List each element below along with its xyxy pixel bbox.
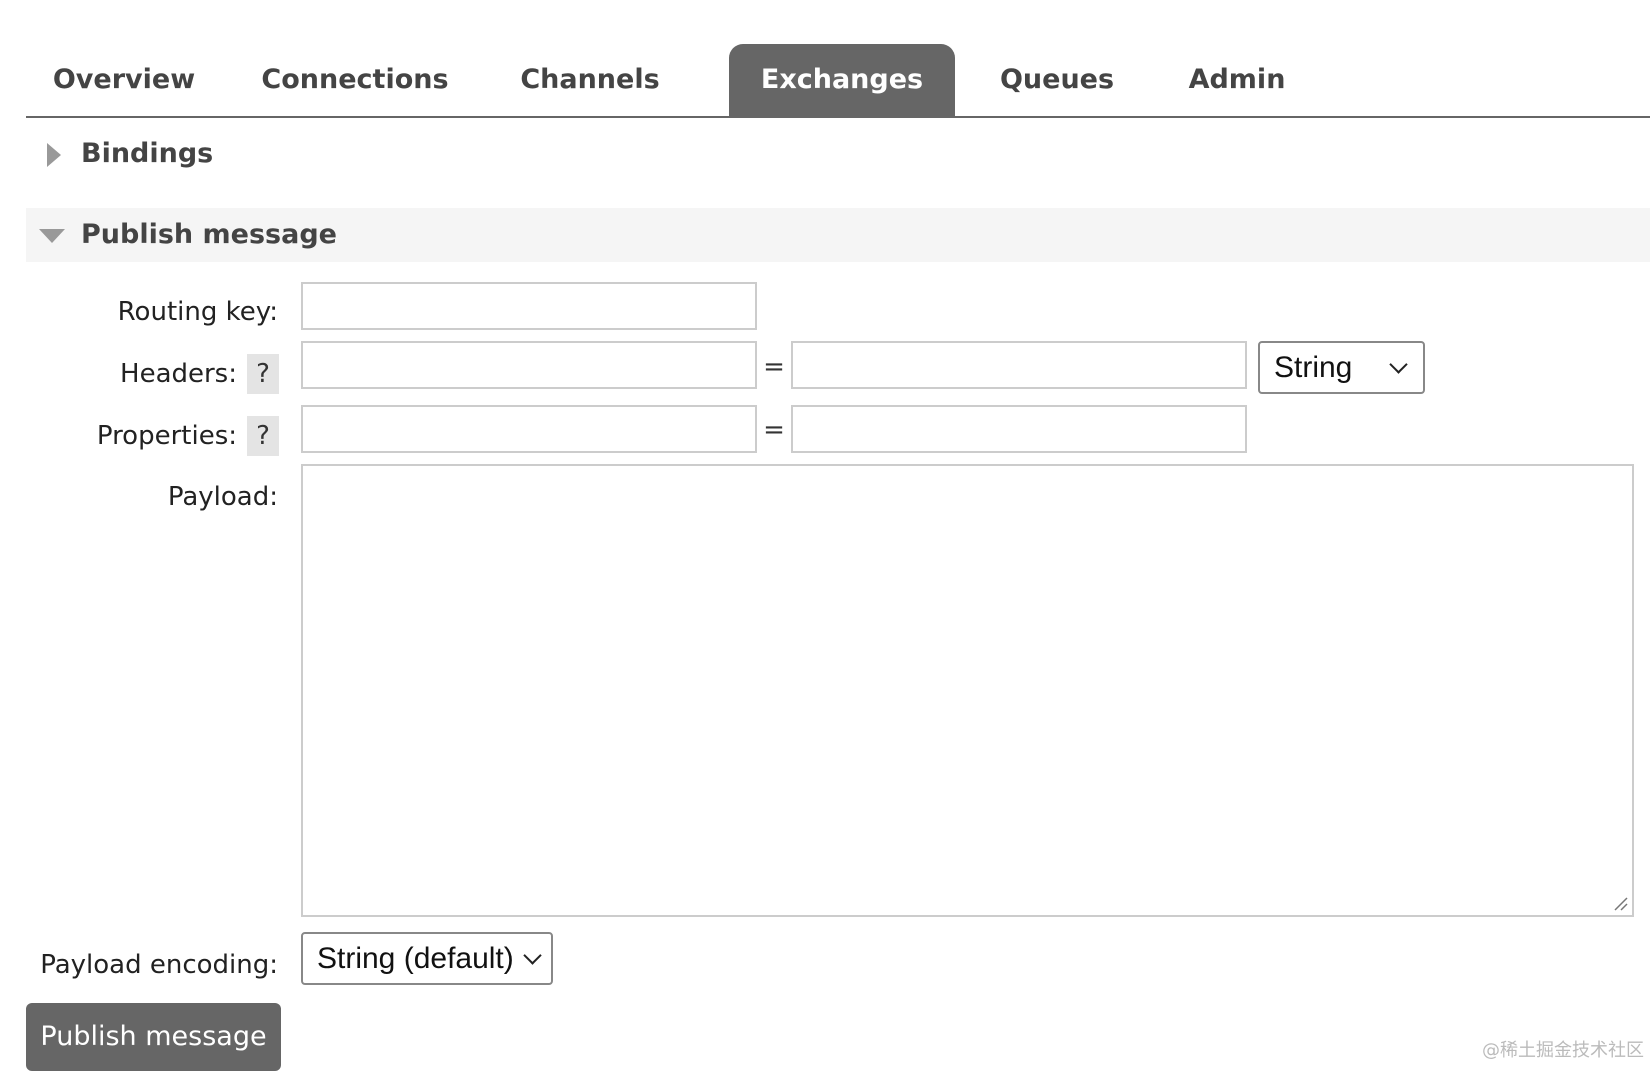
tab-exchanges[interactable]: Exchanges (729, 44, 955, 116)
resize-handle-icon[interactable] (1612, 895, 1628, 911)
publish-message-button[interactable]: Publish message (26, 1003, 281, 1071)
tab-overview[interactable]: Overview (34, 44, 214, 116)
bindings-title: Bindings (81, 138, 214, 169)
headers-help-button[interactable]: ? (247, 354, 279, 394)
properties-help-button[interactable]: ? (247, 416, 279, 456)
payload-wrapper (301, 464, 1634, 917)
property-equals-sign: = (763, 415, 785, 445)
header-equals-sign: = (763, 352, 785, 382)
bindings-section-toggle[interactable]: Bindings (26, 127, 1650, 181)
payload-encoding-select[interactable]: String (default) (301, 932, 553, 985)
payload-encoding-label: Payload encoding: (40, 950, 278, 980)
expand-arrow-icon (47, 143, 61, 167)
payload-label: Payload: (167, 482, 278, 512)
header-type-selected: String (1274, 350, 1353, 384)
tab-connections[interactable]: Connections (240, 44, 470, 116)
header-key-input[interactable] (301, 341, 757, 389)
publish-section-title: Publish message (81, 219, 337, 250)
payload-encoding-selected: String (default) (317, 941, 514, 975)
watermark: @稀土掘金技术社区 (1482, 1040, 1644, 1061)
header-type-select[interactable]: String (1258, 341, 1425, 394)
collapse-arrow-icon (39, 229, 65, 243)
property-key-input[interactable] (301, 405, 757, 453)
properties-label: Properties: (96, 421, 237, 451)
headers-label: Headers: (120, 359, 237, 389)
routing-key-input[interactable] (301, 282, 757, 330)
property-value-input[interactable] (791, 405, 1247, 453)
routing-key-label: Routing key: (117, 297, 278, 327)
payload-textarea[interactable] (301, 464, 1634, 917)
tab-admin[interactable]: Admin (1162, 44, 1312, 116)
tab-queues[interactable]: Queues (974, 44, 1140, 116)
header-value-input[interactable] (791, 341, 1247, 389)
main-nav: Overview Connections Channels Exchanges … (26, 44, 1650, 118)
chevron-down-icon (523, 946, 542, 965)
chevron-down-icon (1389, 355, 1408, 374)
tab-channels[interactable]: Channels (492, 44, 688, 116)
publish-section-toggle[interactable]: Publish message (26, 208, 1650, 262)
